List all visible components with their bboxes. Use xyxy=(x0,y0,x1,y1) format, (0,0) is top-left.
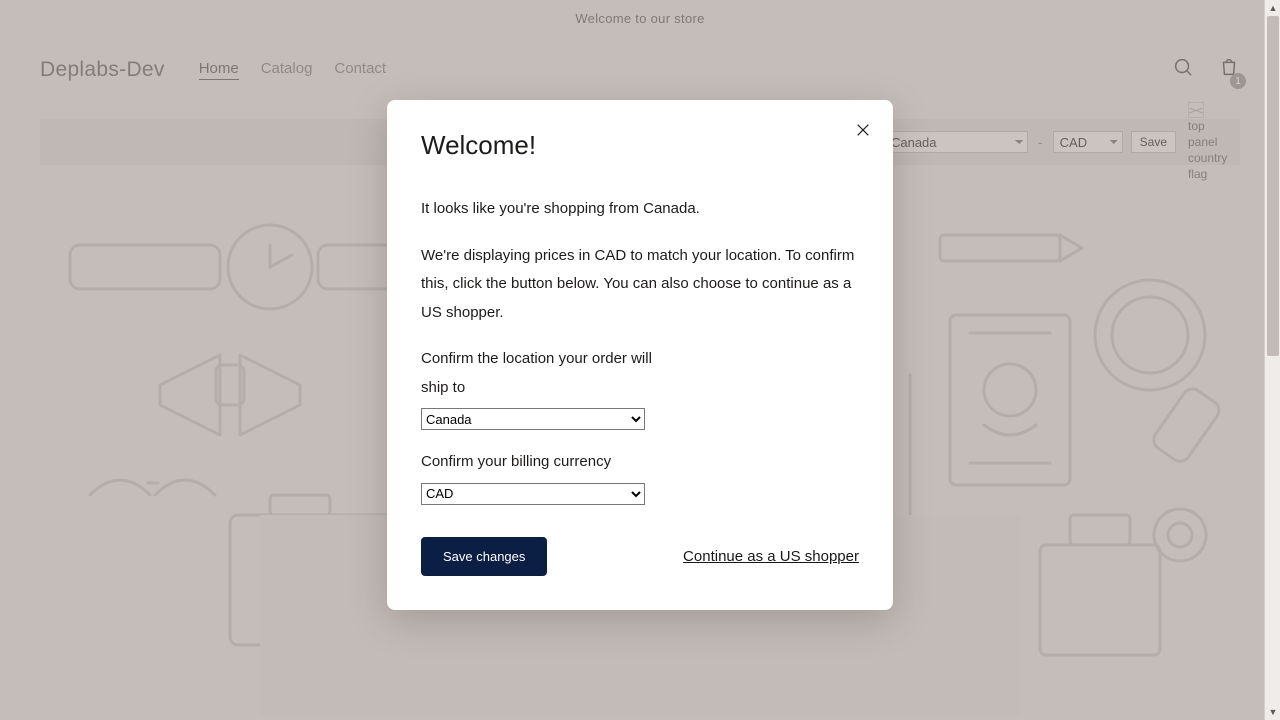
scroll-up-icon[interactable]: ▲ xyxy=(1265,0,1280,16)
currency-select[interactable]: CAD xyxy=(421,483,645,505)
close-icon xyxy=(855,122,871,138)
ship-to-label: Confirm the location your order will shi… xyxy=(421,345,859,402)
scroll-down-icon[interactable]: ▼ xyxy=(1265,704,1280,720)
close-button[interactable] xyxy=(851,118,875,142)
modal-title: Welcome! xyxy=(421,130,859,161)
welcome-modal: Welcome! It looks like you're shopping f… xyxy=(387,100,893,610)
scroll-thumb[interactable] xyxy=(1267,16,1279,356)
continue-us-link[interactable]: Continue as a US shopper xyxy=(683,548,859,565)
modal-intro-1: It looks like you're shopping from Canad… xyxy=(421,195,859,224)
save-changes-button[interactable]: Save changes xyxy=(421,537,547,576)
currency-label: Confirm your billing currency xyxy=(421,448,859,477)
modal-intro-2: We're displaying prices in CAD to match … xyxy=(421,242,859,328)
scrollbar[interactable]: ▲ ▼ xyxy=(1264,0,1280,720)
ship-to-select[interactable]: Canada xyxy=(421,408,645,430)
